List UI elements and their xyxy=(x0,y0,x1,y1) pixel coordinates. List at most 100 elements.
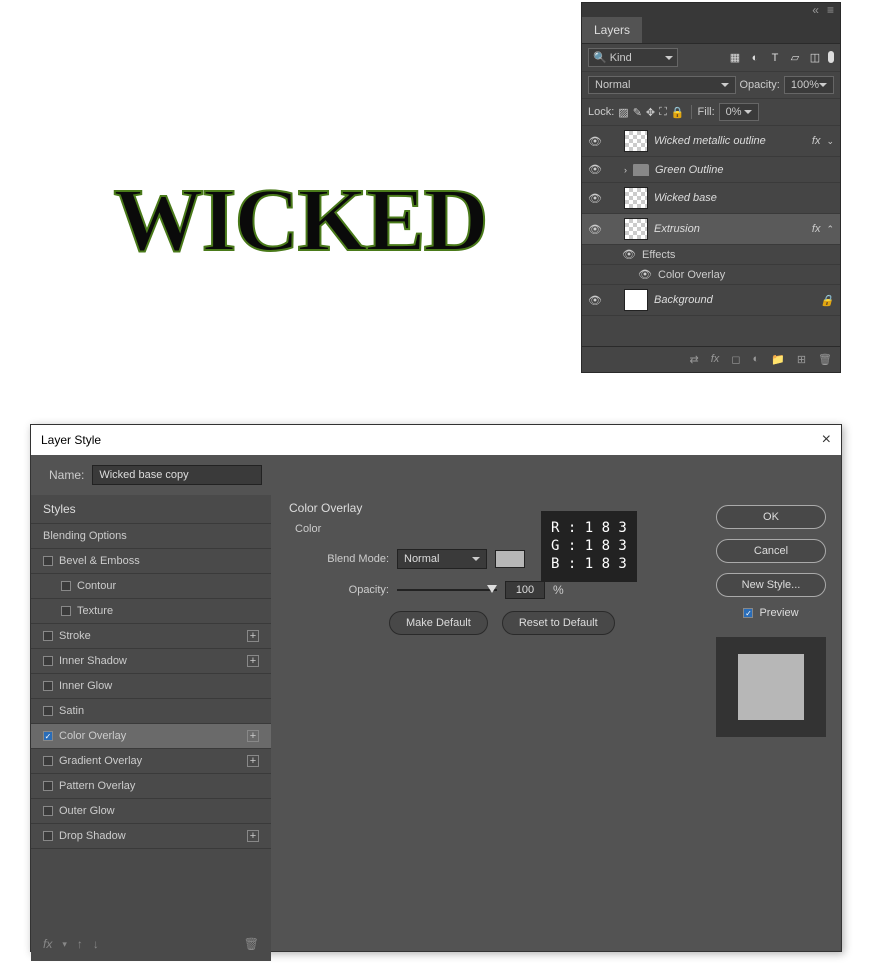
color-swatch[interactable] xyxy=(495,550,525,568)
opacity-input[interactable]: 100 xyxy=(505,581,545,599)
styles-header[interactable]: Styles xyxy=(31,495,271,524)
effect-item-texture[interactable]: Texture xyxy=(31,599,271,624)
cancel-button[interactable]: Cancel xyxy=(716,539,826,563)
lock-all-icon[interactable]: 🔒 xyxy=(671,106,685,119)
visibility-icon[interactable]: 👁 xyxy=(588,192,602,205)
add-effect-icon[interactable]: + xyxy=(247,655,259,667)
trash-icon[interactable]: 🗑 xyxy=(818,353,832,366)
effect-checkbox[interactable] xyxy=(43,681,53,691)
new-style-button[interactable]: New Style... xyxy=(716,573,826,597)
fx-menu-caret[interactable]: ▾ xyxy=(62,939,67,950)
preview-checkbox[interactable]: Preview xyxy=(743,607,798,619)
lock-position-icon[interactable]: ✥ xyxy=(646,106,655,119)
visibility-icon[interactable]: 👁 xyxy=(588,294,602,307)
link-icon[interactable]: ⇄ xyxy=(690,353,699,366)
layers-tab[interactable]: Layers xyxy=(582,17,642,43)
checkbox-icon[interactable] xyxy=(743,608,753,618)
opacity-dropdown[interactable]: 100% xyxy=(784,76,834,94)
layer-thumbnail xyxy=(624,187,648,209)
add-effect-icon[interactable]: + xyxy=(247,730,259,742)
fx-menu-icon[interactable]: fx xyxy=(43,937,52,951)
group-icon[interactable]: 📁 xyxy=(771,353,785,366)
chevron-up-icon[interactable]: ⌃ xyxy=(826,224,834,235)
effect-checkbox[interactable] xyxy=(43,756,53,766)
visibility-icon[interactable]: 👁 xyxy=(638,268,652,281)
trash-icon[interactable]: 🗑 xyxy=(244,937,259,951)
collapse-icon[interactable]: « xyxy=(812,3,819,17)
effect-item[interactable]: 👁 Color Overlay xyxy=(582,265,840,285)
layer-row-selected[interactable]: 👁 Extrusion fx ⌃ xyxy=(582,214,840,245)
opacity-slider[interactable] xyxy=(397,589,497,591)
type-filter-icon[interactable]: T xyxy=(768,51,782,65)
effect-checkbox[interactable] xyxy=(61,581,71,591)
wicked-text: WICKED xyxy=(113,169,486,272)
effect-item-inner-glow[interactable]: Inner Glow xyxy=(31,674,271,699)
blending-options-item[interactable]: Blending Options xyxy=(31,524,271,549)
lock-artboard-icon[interactable]: ⛶ xyxy=(659,106,667,119)
effect-item-bevel-emboss[interactable]: Bevel & Emboss xyxy=(31,549,271,574)
chevron-down-icon xyxy=(665,56,673,60)
pixel-filter-icon[interactable]: ▦ xyxy=(728,51,742,65)
menu-icon[interactable]: ≡ xyxy=(827,3,834,17)
ok-button[interactable]: OK xyxy=(716,505,826,529)
reset-default-button[interactable]: Reset to Default xyxy=(502,611,615,635)
effect-checkbox[interactable] xyxy=(43,656,53,666)
visibility-icon[interactable]: 👁 xyxy=(622,248,636,261)
slider-thumb[interactable] xyxy=(487,585,497,593)
effect-item-outer-glow[interactable]: Outer Glow xyxy=(31,799,271,824)
fx-badge[interactable]: fx xyxy=(812,223,821,235)
mask-icon[interactable]: ◻ xyxy=(731,353,740,366)
dialog-title-bar[interactable]: Layer Style × xyxy=(31,425,841,455)
filter-toggle-icon[interactable] xyxy=(828,51,834,63)
fx-icon[interactable]: fx xyxy=(711,353,720,366)
effect-item-inner-shadow[interactable]: Inner Shadow+ xyxy=(31,649,271,674)
effect-checkbox[interactable] xyxy=(43,631,53,641)
kind-filter-dropdown[interactable]: 🔍 Kind xyxy=(588,48,678,67)
fx-badge[interactable]: fx xyxy=(812,135,821,147)
move-up-icon[interactable]: ↑ xyxy=(77,937,83,951)
lock-image-icon[interactable]: ✎ xyxy=(633,106,642,119)
move-down-icon[interactable]: ↓ xyxy=(93,937,99,951)
effect-item-pattern-overlay[interactable]: Pattern Overlay xyxy=(31,774,271,799)
add-effect-icon[interactable]: + xyxy=(247,830,259,842)
effect-label: Inner Glow xyxy=(59,680,112,692)
layer-row[interactable]: 👁 Wicked base xyxy=(582,183,840,214)
chevron-down-icon[interactable]: ⌄ xyxy=(826,136,834,147)
effect-item-drop-shadow[interactable]: Drop Shadow+ xyxy=(31,824,271,849)
visibility-icon[interactable]: 👁 xyxy=(588,223,602,236)
blend-mode-select[interactable]: Normal xyxy=(397,549,487,569)
layer-row[interactable]: 👁 Background 🔒 xyxy=(582,285,840,316)
effect-item-contour[interactable]: Contour xyxy=(31,574,271,599)
add-effect-icon[interactable]: + xyxy=(247,755,259,767)
add-effect-icon[interactable]: + xyxy=(247,630,259,642)
effect-checkbox[interactable] xyxy=(61,606,71,616)
close-icon[interactable]: × xyxy=(822,431,831,449)
adjustment-filter-icon[interactable]: ◐ xyxy=(748,51,762,65)
visibility-icon[interactable]: 👁 xyxy=(588,163,602,176)
effect-item-color-overlay[interactable]: Color Overlay+ xyxy=(31,724,271,749)
shape-filter-icon[interactable]: ▱ xyxy=(788,51,802,65)
layer-row[interactable]: 👁 › Green Outline xyxy=(582,157,840,183)
lock-transparency-icon[interactable]: ▨ xyxy=(618,106,628,119)
effect-item-stroke[interactable]: Stroke+ xyxy=(31,624,271,649)
effect-checkbox[interactable] xyxy=(43,806,53,816)
blend-mode-dropdown[interactable]: Normal xyxy=(588,76,736,94)
smart-filter-icon[interactable]: ◫ xyxy=(808,51,822,65)
effect-checkbox[interactable] xyxy=(43,781,53,791)
effect-checkbox[interactable] xyxy=(43,556,53,566)
layer-name-input[interactable] xyxy=(92,465,262,485)
new-layer-icon[interactable]: ⊞ xyxy=(797,353,806,366)
effect-item-gradient-overlay[interactable]: Gradient Overlay+ xyxy=(31,749,271,774)
blend-mode-value: Normal xyxy=(595,79,630,91)
effect-checkbox[interactable] xyxy=(43,831,53,841)
visibility-icon[interactable]: 👁 xyxy=(588,135,602,148)
effects-header[interactable]: 👁 Effects xyxy=(582,245,840,265)
adjustment-icon[interactable]: ◐ xyxy=(752,353,759,366)
layer-row[interactable]: 👁 Wicked metallic outline fx ⌄ xyxy=(582,126,840,157)
make-default-button[interactable]: Make Default xyxy=(389,611,488,635)
fill-dropdown[interactable]: 0% xyxy=(719,103,759,121)
chevron-right-icon[interactable]: › xyxy=(624,165,627,175)
effect-checkbox[interactable] xyxy=(43,706,53,716)
effect-item-satin[interactable]: Satin xyxy=(31,699,271,724)
effect-checkbox[interactable] xyxy=(43,731,53,741)
